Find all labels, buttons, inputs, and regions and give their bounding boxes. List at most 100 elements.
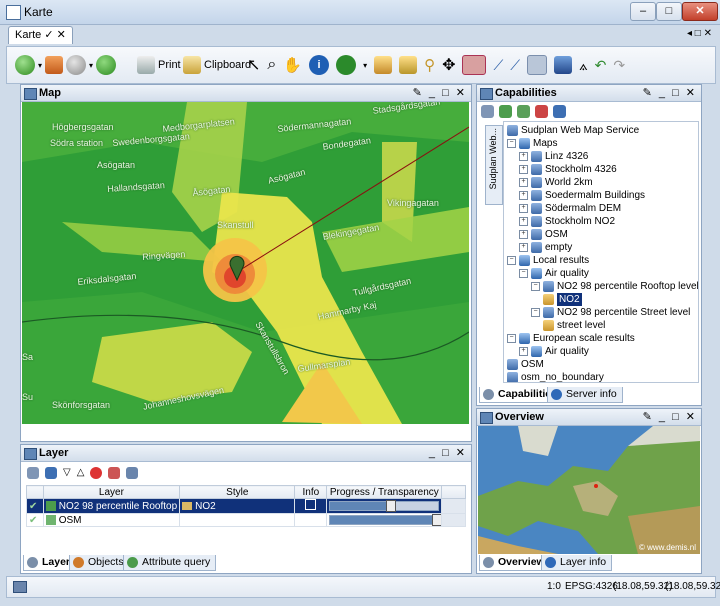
pan-hand-icon[interactable]: ✋ — [283, 56, 302, 74]
tree-node[interactable]: + Linz 4326 — [519, 150, 588, 163]
tree-node[interactable]: − Maps — [507, 137, 557, 150]
tree-node[interactable]: + Södermalm DEM — [519, 202, 621, 215]
layer-panel-controls[interactable]: _ □ ✕ — [429, 445, 467, 461]
tab-karte[interactable]: Karte ✓ ✕ — [8, 26, 73, 44]
print-button[interactable]: Print — [137, 53, 181, 77]
tree-expander-icon[interactable]: + — [519, 217, 528, 226]
tab-bar-controls[interactable]: ◂ □ ✕ — [687, 28, 712, 39]
tree-expander-icon[interactable]: − — [531, 308, 540, 317]
load-icon[interactable] — [517, 105, 530, 118]
tree-node[interactable]: + Air quality — [519, 345, 589, 358]
transparency-slider[interactable] — [329, 514, 441, 526]
move-down-icon[interactable]: ▽ — [63, 467, 71, 479]
layer-options-button[interactable] — [441, 498, 466, 514]
undo-icon[interactable]: ↶ — [595, 57, 607, 74]
refresh-capabilities-icon[interactable] — [553, 105, 566, 118]
tree-node[interactable]: + empty — [519, 241, 572, 254]
tree-node[interactable]: + Stockholm NO2 — [519, 215, 615, 228]
tree-node[interactable]: − Local results — [507, 254, 589, 267]
tree-expander-icon[interactable]: − — [507, 139, 516, 148]
tree-node[interactable]: − NO2 98 percentile Street level — [531, 306, 690, 319]
capabilities-side-tab[interactable]: Sudplan Web... — [485, 125, 503, 205]
tree-node[interactable]: Sudplan Web Map Service — [507, 124, 639, 137]
tree-node[interactable]: OSM — [507, 358, 544, 371]
layer-properties-icon[interactable] — [27, 467, 39, 479]
clipboard-button[interactable]: Clipboard — [183, 53, 251, 77]
tree-node[interactable]: + OSM — [519, 228, 568, 241]
tab-overview[interactable]: Overview — [479, 555, 551, 571]
info-checkbox[interactable] — [305, 499, 317, 510]
tree-node[interactable]: − Air quality — [519, 267, 589, 280]
feature-info-icon[interactable] — [374, 56, 393, 74]
select-pointer-icon[interactable]: ↖ — [247, 55, 260, 75]
tree-expander-icon[interactable]: + — [519, 191, 528, 200]
add-server-icon[interactable] — [481, 105, 494, 118]
tree-expander-icon[interactable]: + — [519, 204, 528, 213]
tab-server-info[interactable]: Server info — [547, 387, 623, 403]
tree-node[interactable]: − NO2 98 percentile Rooftop level — [531, 280, 698, 293]
redo-icon[interactable]: ↷ — [613, 57, 625, 74]
disable-layer-icon[interactable] — [108, 467, 121, 479]
snapping-icon[interactable] — [554, 56, 573, 74]
info-icon[interactable]: i — [309, 55, 330, 75]
tab-objects[interactable]: Objects — [69, 555, 130, 571]
split-icon[interactable]: ⟑ — [579, 57, 588, 74]
refresh-icon[interactable] — [96, 55, 117, 75]
maximize-button[interactable]: □ — [656, 2, 682, 21]
draw-line-icon[interactable]: ⟋ — [493, 57, 503, 74]
tree-expander-icon[interactable]: + — [519, 165, 528, 174]
overview-panel-controls[interactable]: ✎ _ □ ✕ — [643, 409, 697, 425]
back-icon[interactable] — [15, 55, 35, 75]
map-canvas[interactable]: Stadsgårdsgatan Högbergsgatan Medborgarpla… — [22, 102, 469, 424]
pin-icon[interactable]: ⚲ — [424, 56, 435, 74]
forward-dropdown-icon[interactable]: ▾ — [89, 61, 93, 70]
tree-expander-icon[interactable]: − — [531, 282, 540, 291]
minimize-button[interactable]: – — [630, 2, 656, 21]
map-panel-controls[interactable]: ✎ _ □ ✕ — [413, 85, 467, 101]
layer-row[interactable]: ✔ OSM — [26, 513, 466, 527]
home-icon[interactable] — [45, 56, 64, 74]
edit-feature-icon[interactable] — [399, 56, 418, 74]
transparency-slider[interactable] — [329, 500, 440, 512]
overview-map[interactable]: © www.demis.nl — [478, 426, 700, 554]
zoom-icon[interactable]: ⌕ — [267, 56, 276, 74]
forward-icon[interactable] — [66, 55, 87, 75]
column-style[interactable]: Style — [179, 485, 296, 499]
tree-expander-icon[interactable]: + — [519, 230, 528, 239]
tree-expander-icon[interactable]: + — [519, 178, 528, 187]
tree-expander-icon[interactable]: + — [519, 152, 528, 161]
move-up-icon[interactable]: △ — [77, 467, 85, 479]
move-icon[interactable]: ✥ — [442, 55, 455, 75]
close-button[interactable]: ✕ — [682, 2, 718, 21]
tree-node[interactable]: + World 2km — [519, 176, 593, 189]
column-layer[interactable]: Layer — [42, 485, 181, 499]
tree-node[interactable]: + Stockholm 4326 — [519, 163, 617, 176]
tree-node[interactable]: + Soedermalm Buildings — [519, 189, 645, 202]
remove-layer-icon[interactable] — [90, 467, 103, 479]
remove-icon[interactable] — [462, 55, 487, 75]
tree-expander-icon[interactable]: + — [519, 243, 528, 252]
tab-layer-info[interactable]: Layer info — [541, 555, 613, 571]
layer-row[interactable]: ✔ NO2 98 percentile Rooftop NO2 — [26, 498, 466, 514]
draw-shape-icon[interactable] — [527, 55, 548, 75]
tree-node[interactable]: NO2 — [543, 293, 582, 306]
measure-dropdown-icon[interactable]: ▾ — [363, 61, 367, 70]
tab-attribute-query[interactable]: Attribute query — [123, 555, 217, 571]
tree-expander-icon[interactable]: + — [519, 347, 528, 356]
column-progress[interactable]: Progress / Transparency — [326, 485, 443, 499]
layer-options-button[interactable] — [441, 513, 466, 527]
add-layer-icon[interactable] — [499, 105, 512, 118]
tree-expander-icon[interactable]: − — [507, 334, 516, 343]
tree-node[interactable]: street level — [543, 319, 605, 332]
tree-expander-icon[interactable]: − — [519, 269, 528, 278]
layer-settings-icon[interactable] — [126, 467, 139, 479]
tree-expander-icon[interactable]: − — [507, 256, 516, 265]
capabilities-panel-controls[interactable]: ✎ _ □ ✕ — [643, 85, 697, 101]
measure-icon[interactable] — [336, 55, 357, 75]
draw-polyline-icon[interactable]: ⟋ — [510, 57, 520, 74]
remove-server-icon[interactable] — [535, 105, 548, 118]
tree-node[interactable]: − European scale results — [507, 332, 635, 345]
tree-node[interactable]: osm_no_boundary — [507, 371, 604, 382]
back-dropdown-icon[interactable]: ▾ — [38, 61, 42, 70]
column-info[interactable]: Info — [294, 485, 328, 499]
